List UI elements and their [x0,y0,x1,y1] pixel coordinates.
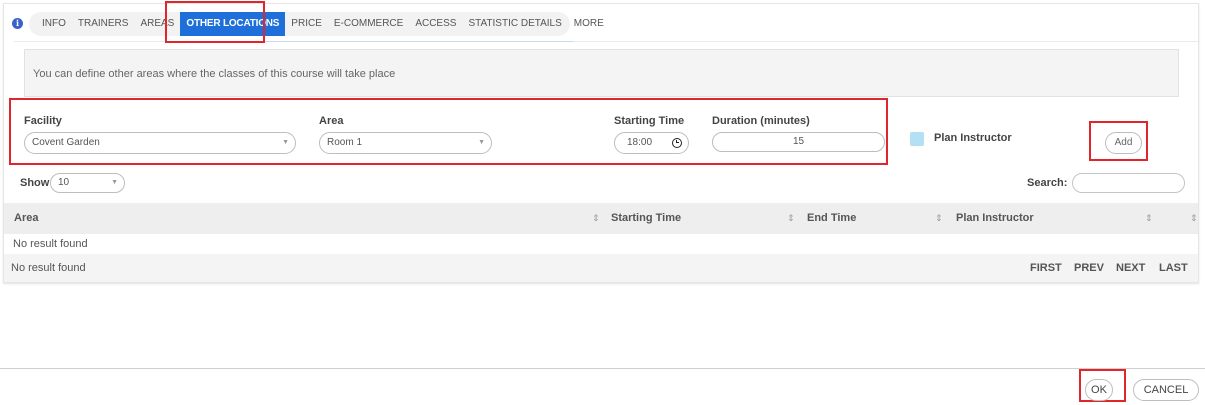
plan-instructor-label: Plan Instructor [934,132,1012,144]
column-header-area[interactable]: Area [14,203,38,234]
page-size-select[interactable]: 10 ▼ [50,173,125,193]
info-message: You can define other areas where the cla… [24,49,1179,97]
empty-table-message: No result found [13,238,88,250]
show-label: Show [20,177,50,189]
column-header-plan-instructor[interactable]: Plan Instructor [956,203,1034,234]
tab-info[interactable]: INFO [36,12,72,36]
tab-access[interactable]: ACCESS [409,12,462,36]
table-info: No result found [11,262,86,274]
column-header-end-time[interactable]: End Time [807,203,856,234]
pagination-prev[interactable]: PREV [1074,254,1104,282]
tab-statistic-details[interactable]: STATISTIC DETAILS [462,12,567,36]
sort-icon[interactable]: ⇕ [1145,203,1153,234]
pagination-first[interactable]: FIRST [1030,254,1062,282]
sort-icon[interactable]: ⇕ [935,203,943,234]
tab-price[interactable]: PRICE [285,12,328,36]
highlight-add-box [1089,121,1148,161]
search-input[interactable] [1072,173,1185,193]
chevron-down-icon: ▼ [111,179,118,186]
table-footer: No result found FIRST PREV NEXT LAST [4,254,1198,282]
cancel-button[interactable]: CANCEL [1133,379,1199,401]
plan-instructor-checkbox[interactable] [910,132,924,146]
sort-icon[interactable]: ⇕ [1190,203,1198,234]
highlight-form-box [9,98,888,165]
tab-bar: INFO TRAINERS AREAS OTHER LOCATIONS PRIC… [29,12,604,36]
sort-icon[interactable]: ⇕ [592,203,600,234]
pagination-next[interactable]: NEXT [1116,254,1145,282]
dialog-footer-divider [0,368,1205,369]
ok-button[interactable]: OK [1085,379,1113,401]
table-header: Area ⇕ Starting Time ⇕ End Time ⇕ Plan I… [4,203,1198,234]
column-header-starting-time[interactable]: Starting Time [611,203,681,234]
tab-more[interactable]: MORE [568,12,610,36]
tab-ecommerce[interactable]: E-COMMERCE [328,12,409,36]
sort-icon[interactable]: ⇕ [787,203,795,234]
highlight-tab-box [165,1,265,43]
pagination-last[interactable]: LAST [1159,254,1188,282]
info-icon[interactable]: i [12,18,23,29]
search-label: Search: [1027,177,1068,189]
tab-trainers[interactable]: TRAINERS [72,12,135,36]
page-size-value: 10 [58,177,70,188]
